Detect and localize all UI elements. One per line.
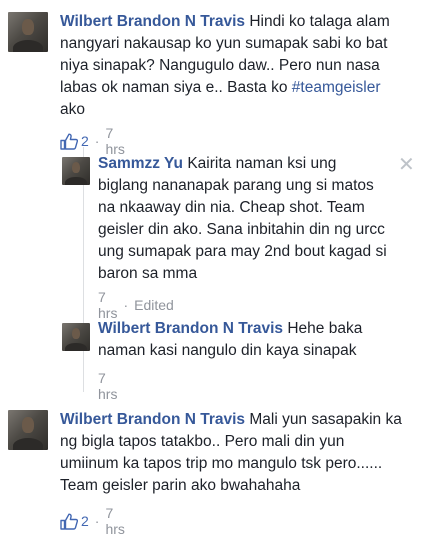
comment-meta: 7 hrs	[98, 370, 117, 402]
like-count[interactable]: 2	[60, 133, 89, 150]
comment-text: Kairita naman ksi ung biglang nananapak …	[98, 155, 387, 282]
meta-separator: ·	[94, 133, 100, 149]
thumbs-up-icon	[60, 513, 78, 530]
author-link[interactable]: Wilbert Brandon N Travis	[60, 13, 245, 30]
comment-body: Wilbert Brandon N Travis Hindi ko talaga…	[60, 11, 435, 121]
avatar[interactable]	[62, 157, 90, 185]
author-link[interactable]: Wilbert Brandon N Travis	[98, 320, 283, 337]
close-icon[interactable]: ✕	[398, 152, 415, 177]
timestamp[interactable]: 7 hrs	[98, 289, 117, 321]
comment-text-end: ako	[60, 101, 85, 118]
edited-label[interactable]: Edited	[134, 297, 174, 313]
meta-separator: ·	[94, 513, 100, 529]
avatar[interactable]	[8, 410, 48, 450]
hashtag-link[interactable]: #teamgeisler	[292, 79, 381, 96]
comment-body: Wilbert Brandon N Travis Hehe baka naman…	[98, 318, 428, 362]
thumbs-up-icon	[60, 133, 78, 150]
meta-separator: ·	[123, 297, 129, 313]
timestamp[interactable]: 7 hrs	[98, 370, 117, 402]
like-number: 2	[81, 513, 89, 529]
author-link[interactable]: Wilbert Brandon N Travis	[60, 411, 245, 428]
timestamp[interactable]: 7 hrs	[105, 505, 124, 537]
author-link[interactable]: Sammzz Yu	[98, 155, 183, 172]
avatar[interactable]	[62, 323, 90, 351]
comment-meta: 7 hrs · Edited	[98, 289, 174, 321]
avatar[interactable]	[8, 12, 48, 52]
comment-body: Wilbert Brandon N Travis Mali yun sasapa…	[60, 409, 435, 497]
comment-body: Sammzz Yu Kairita naman ksi ung biglang …	[98, 153, 398, 285]
comment-meta: 2 · 7 hrs	[60, 505, 125, 537]
like-count[interactable]: 2	[60, 513, 89, 530]
